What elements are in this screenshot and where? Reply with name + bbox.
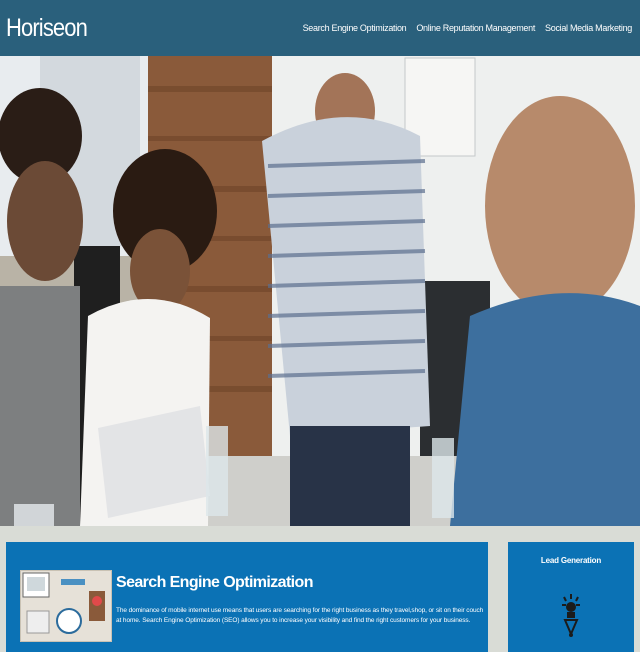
seo-card: Search Engine Optimization The dominance…	[6, 542, 488, 652]
logo[interactable]: Horiseon	[6, 14, 88, 43]
hero-image	[0, 56, 640, 526]
seo-illustration-image	[20, 570, 112, 642]
nav-link-seo[interactable]: Search Engine Optimization	[303, 23, 407, 33]
site-header: Horiseon Search Engine Optimization Onli…	[0, 0, 640, 56]
lead-generation-card: Lead Generation	[508, 542, 634, 652]
team-meeting-photo	[0, 56, 640, 526]
nav-link-reputation[interactable]: Online Reputation Management	[416, 23, 535, 33]
seo-card-title: Search Engine Optimization	[116, 574, 313, 591]
seo-card-text: The dominance of mobile internet use mea…	[116, 607, 484, 624]
nav-link-social-media[interactable]: Social Media Marketing	[545, 23, 632, 33]
lead-generation-title: Lead Generation	[540, 556, 602, 565]
main-nav: Search Engine Optimization Online Reputa…	[303, 23, 633, 33]
lightbulb-icon	[562, 594, 580, 643]
